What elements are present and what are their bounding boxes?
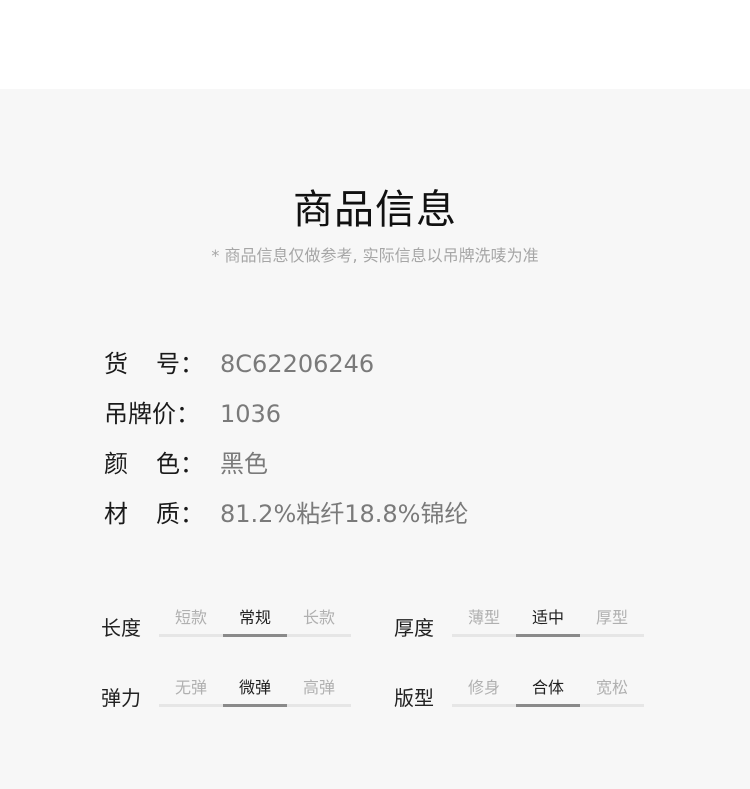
attr-title: 长度 — [101, 616, 141, 640]
attr-selected-indicator — [223, 634, 287, 637]
attr-option: 修身 — [467, 678, 500, 697]
attr-option: 薄型 — [467, 608, 500, 627]
attr-selected-indicator — [516, 634, 580, 637]
attr-option: 无弹 — [174, 678, 207, 697]
attr-group-fit: 版型 修身 合体 宽松 — [394, 676, 654, 716]
attr-title: 弹力 — [101, 686, 141, 710]
info-value: 1036 — [220, 400, 282, 428]
info-label-part: 颜 — [104, 450, 128, 478]
info-label-part: 号： — [156, 350, 204, 378]
attr-title: 版型 — [394, 686, 434, 710]
info-label-part: 材 — [104, 500, 128, 528]
info-value: 8C62206246 — [220, 350, 375, 378]
info-label: 颜色： — [104, 448, 204, 480]
attr-option: 宽松 — [595, 678, 628, 697]
attr-option: 短款 — [174, 608, 207, 627]
attr-option: 厚型 — [595, 608, 628, 627]
attr-option-selected: 合体 — [531, 678, 564, 697]
attr-title: 厚度 — [394, 616, 434, 640]
info-label: 吊牌价： — [104, 398, 204, 430]
section-title: 商品信息 — [293, 187, 457, 233]
attr-option-selected: 适中 — [531, 608, 564, 627]
attr-option: 长款 — [302, 608, 335, 627]
attr-group-thickness: 厚度 薄型 适中 厚型 — [394, 606, 654, 646]
attr-selected-indicator — [516, 704, 580, 707]
info-value: 81.2%粘纤18.8%锦纶 — [220, 500, 469, 528]
top-spacer — [0, 0, 750, 89]
attr-group-length: 长度 短款 常规 长款 — [101, 606, 361, 646]
attr-option: 高弹 — [302, 678, 335, 697]
info-label: 货号： — [104, 348, 204, 380]
attr-option-selected: 常规 — [238, 608, 271, 627]
attr-selected-indicator — [223, 704, 287, 707]
section-disclaimer: * 商品信息仅做参考, 实际信息以吊牌洗唛为准 — [211, 246, 539, 265]
attr-group-elasticity: 弹力 无弹 微弹 高弹 — [101, 676, 361, 716]
info-label-part: 吊牌价： — [104, 400, 200, 428]
info-value: 黑色 — [220, 450, 268, 478]
info-label-part: 货 — [104, 350, 128, 378]
info-label: 材质： — [104, 498, 204, 530]
info-label-part: 色： — [156, 450, 204, 478]
info-label-part: 质： — [156, 500, 204, 528]
attr-option-selected: 微弹 — [238, 678, 271, 697]
